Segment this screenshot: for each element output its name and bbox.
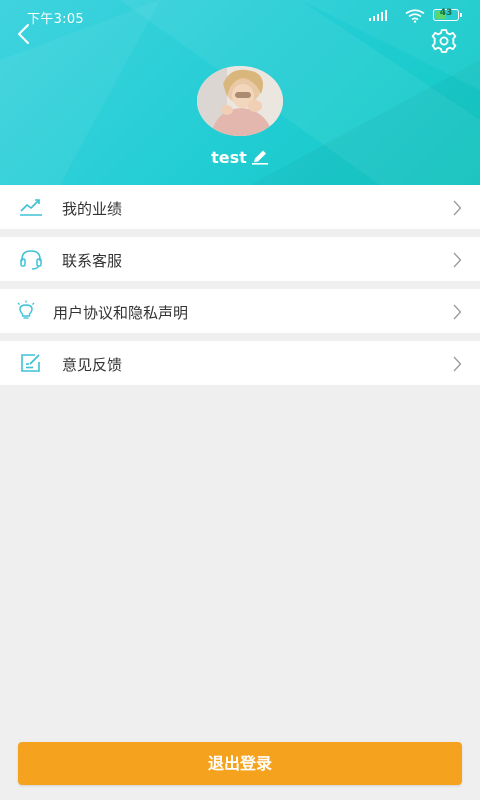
menu-item-customer-service[interactable]: 联系客服 (0, 237, 480, 281)
edit-pencil-icon[interactable] (251, 149, 269, 165)
wifi-icon (405, 9, 425, 23)
username: test (211, 148, 247, 167)
menu-item-label: 我的业绩 (62, 200, 123, 218)
battery-tip (460, 13, 462, 17)
menu-item-feedback[interactable]: 意见反馈 (0, 341, 480, 385)
chevron-right-icon (453, 304, 462, 320)
avatar-photo (197, 66, 283, 136)
menu-item-label: 意见反馈 (62, 356, 123, 374)
lightbulb-icon (17, 300, 35, 319)
chevron-left-icon (18, 24, 29, 44)
profile-header: 下午3:05 43 test (0, 0, 480, 185)
menu-item-label: 联系客服 (62, 252, 123, 270)
trend-chart-icon (20, 199, 42, 216)
avatar[interactable] (197, 66, 283, 136)
signal-icon (369, 10, 387, 21)
logout-button[interactable]: 退出登录 (18, 742, 462, 785)
feedback-edit-icon (21, 354, 40, 372)
menu-item-user-agreement[interactable]: 用户协议和隐私声明 (0, 289, 480, 333)
chevron-right-icon (453, 356, 462, 372)
gear-icon (431, 29, 457, 53)
chevron-right-icon (453, 252, 462, 268)
battery-level: 43 (439, 8, 453, 18)
headset-icon (20, 250, 42, 270)
back-button[interactable] (12, 21, 38, 47)
menu-item-label: 用户协议和隐私声明 (53, 304, 189, 322)
chevron-right-icon (453, 200, 462, 216)
menu-item-performance[interactable]: 我的业绩 (0, 185, 480, 229)
status-bar: 下午3:05 43 (0, 0, 480, 28)
battery-icon: 43 (433, 8, 462, 21)
username-row: test (0, 148, 480, 167)
settings-button[interactable] (430, 27, 458, 55)
